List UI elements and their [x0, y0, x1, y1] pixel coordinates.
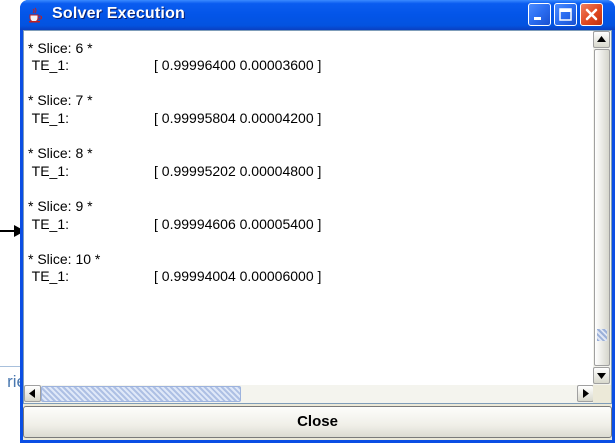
output-line: * Slice: 10 * — [28, 251, 321, 269]
output-line-label: TE_1: — [28, 162, 69, 179]
window-title: Solver Execution — [52, 5, 186, 22]
scroll-up-button[interactable] — [593, 31, 610, 48]
arrow-right-icon — [583, 389, 589, 398]
close-icon — [585, 8, 598, 21]
arrow-down-icon — [597, 373, 606, 379]
vertical-scroll-thumb[interactable] — [597, 329, 607, 341]
output-line-label: TE_1: — [28, 57, 69, 74]
output-line: TE_1: [ 0.99995202 0.00004800 ] — [28, 162, 322, 181]
vertical-scroll-track[interactable] — [594, 49, 610, 366]
maximize-button[interactable] — [554, 3, 577, 26]
output-line-value: [ 0.99996400 0.00003600 ] — [154, 57, 322, 74]
output-line: * Slice: 8 * — [28, 145, 321, 163]
output-line-value: [ 0.99995202 0.00004800 ] — [154, 162, 322, 179]
horizontal-scrollbar[interactable] — [24, 385, 594, 403]
java-cup-icon — [29, 7, 42, 23]
scroll-left-button[interactable] — [24, 385, 41, 402]
output-line-value: [ 0.99995804 0.00004200 ] — [154, 109, 322, 126]
horizontal-scroll-track[interactable] — [41, 386, 577, 402]
scroll-right-button[interactable] — [577, 385, 594, 402]
output-line: TE_1: [ 0.99994606 0.00005400 ] — [28, 215, 322, 234]
output-line-label: TE_1: — [28, 268, 69, 285]
horizontal-scroll-thumb[interactable] — [41, 386, 241, 402]
minimize-icon — [534, 17, 541, 20]
scroll-corner — [593, 385, 611, 403]
close-button[interactable]: Close — [23, 406, 612, 438]
dialog-content: * Slice: 6 * TE_1: [ 0.99996400 0.0000360… — [23, 30, 612, 440]
output-line-label: * Slice: 10 * — [28, 250, 101, 267]
output-line-label: TE_1: — [28, 215, 69, 232]
output-line-value: [ 0.99994004 0.00006000 ] — [154, 268, 322, 285]
scroll-down-button[interactable] — [593, 367, 610, 384]
output-text-area[interactable]: * Slice: 6 * TE_1: [ 0.99996400 0.0000360… — [24, 31, 594, 385]
output-lines: * Slice: 6 * TE_1: [ 0.99996400 0.0000360… — [28, 31, 321, 286]
output-line: * Slice: 7 * — [28, 92, 321, 110]
output-line: TE_1: [ 0.99994004 0.00006000 ] — [28, 268, 322, 286]
solver-execution-window: Solver Execution * Slice: 6 * TE_1: [ 0.9… — [20, 0, 615, 443]
output-line: TE_1: [ 0.99996400 0.00003600 ] — [28, 57, 322, 75]
output-line: * Slice: 6 * — [28, 40, 321, 58]
output-line-label: * Slice: 7 * — [28, 92, 93, 109]
vertical-scrollbar[interactable] — [593, 31, 611, 385]
output-line: * Slice: 9 * — [28, 198, 321, 216]
maximize-icon — [559, 8, 572, 21]
arrow-left-icon — [29, 389, 35, 398]
output-line-label: * Slice: 8 * — [28, 145, 93, 162]
output-line-label: * Slice: 9 * — [28, 197, 93, 214]
output-line-label: * Slice: 6 * — [28, 39, 93, 56]
output-line-label: TE_1: — [28, 109, 69, 126]
close-window-button[interactable] — [580, 3, 603, 26]
output-line-value: [ 0.99994606 0.00005400 ] — [154, 215, 322, 232]
output-line: TE_1: [ 0.99995804 0.00004200 ] — [28, 109, 322, 128]
output-scroll-pane[interactable]: * Slice: 6 * TE_1: [ 0.99996400 0.0000360… — [23, 30, 612, 404]
title-bar[interactable]: Solver Execution — [20, 0, 615, 30]
arrow-up-icon — [597, 36, 606, 42]
minimize-button[interactable] — [528, 3, 551, 26]
